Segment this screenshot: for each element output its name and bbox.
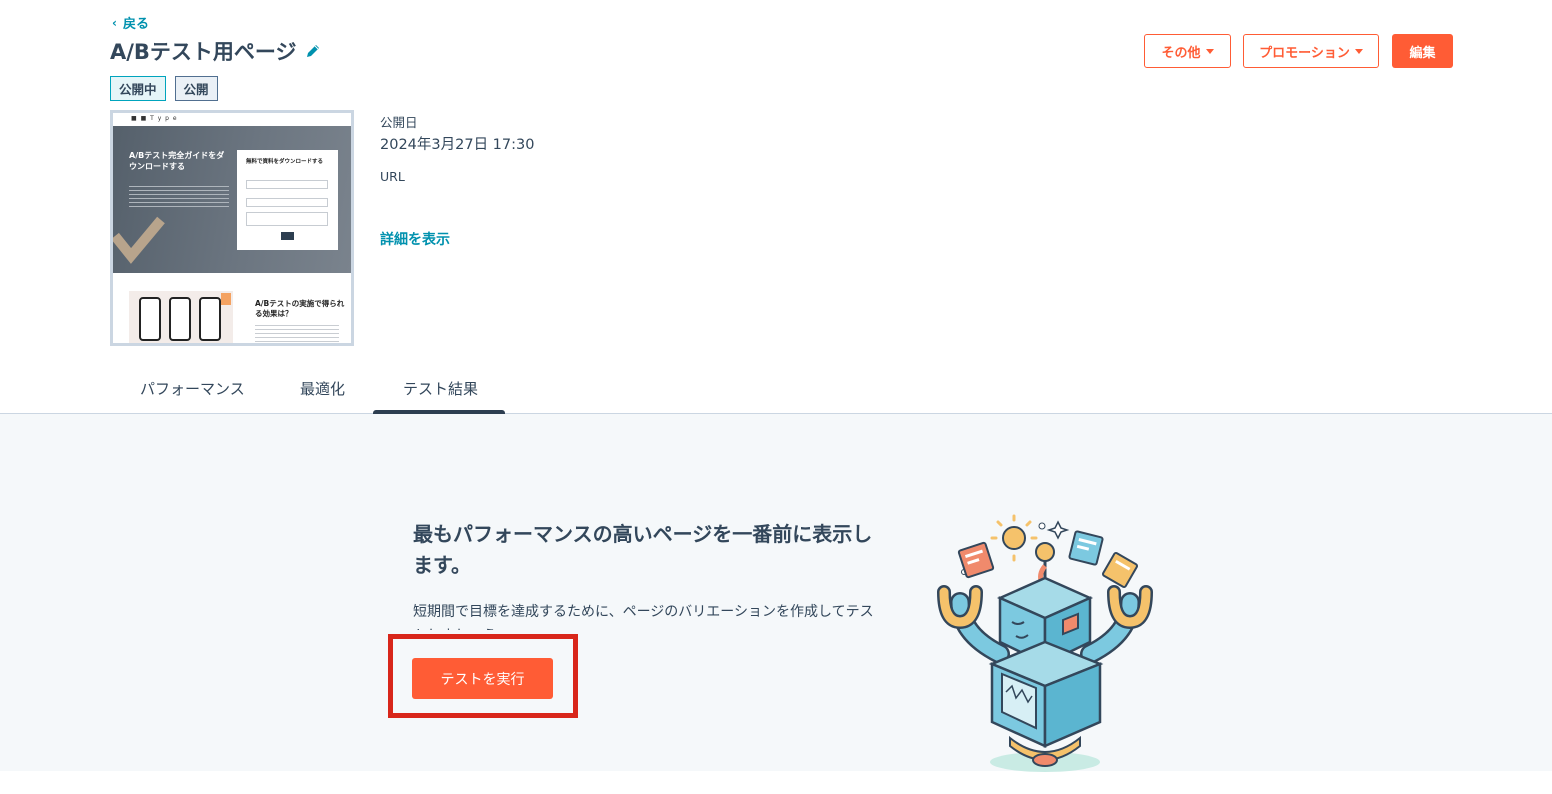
page-title: A/Bテスト用ページ	[110, 36, 321, 66]
chevron-left-icon: ‹	[112, 15, 117, 30]
tab-optimization[interactable]: 最適化	[300, 378, 345, 399]
view-details-link[interactable]: 詳細を表示	[380, 229, 450, 249]
tab-test-results[interactable]: テスト結果	[403, 378, 478, 399]
back-label: 戻る	[122, 17, 149, 32]
phone-graphic	[139, 297, 161, 341]
page-title-text: A/Bテスト用ページ	[110, 40, 297, 64]
thumbnail-bottom-title: A/Bテストの実施で得られる効果は？	[255, 299, 345, 318]
thumbnail-form-title: 無料で資料をダウンロードする	[246, 159, 324, 165]
page-thumbnail[interactable]: ■ ■ T y p e A/Bテスト完全ガイドをダウンロードする 無料で資料をダ…	[110, 110, 354, 346]
other-button-label: その他	[1161, 45, 1201, 61]
thumbnail-form-field	[246, 180, 328, 189]
other-dropdown-button[interactable]: その他	[1144, 34, 1231, 68]
edit-button[interactable]: 編集	[1392, 34, 1453, 68]
thumbnail-phones-image	[129, 291, 233, 343]
status-badge-published: 公開	[174, 76, 218, 101]
published-label: 公開日	[380, 115, 418, 130]
test-results-panel	[0, 414, 1552, 771]
highlight-box	[388, 634, 578, 718]
thumbnail-form-field	[246, 212, 328, 226]
checkmark-graphic	[113, 216, 165, 264]
caret-down-icon	[1205, 48, 1214, 54]
thumbnail-header: ■ ■ T y p e	[113, 113, 351, 126]
empty-state-description: 短期間で目標を達成するために、ページのバリエーションを作成してテストしましょう。	[413, 604, 874, 630]
tab-performance[interactable]: パフォーマンス	[140, 378, 245, 399]
thumbnail-hero: A/Bテスト完全ガイドをダウンロードする 無料で資料をダウンロードする	[113, 126, 351, 273]
thumbnail-form: 無料で資料をダウンロードする	[237, 150, 338, 250]
caret-down-icon	[1354, 48, 1363, 54]
phone-graphic	[169, 297, 191, 341]
edit-button-label: 編集	[1409, 45, 1436, 61]
thumbnail-bottom-body	[255, 325, 339, 343]
decor-shape	[221, 293, 231, 305]
thumbnail-bottom-section: A/Bテストの実施で得られる効果は？	[113, 273, 351, 343]
pencil-icon[interactable]	[305, 43, 321, 59]
thumbnail-form-button	[281, 232, 294, 240]
thumbnail-logo: ■ ■ T y p e	[131, 115, 178, 122]
published-date: 2024年3月27日 17:30	[380, 137, 535, 153]
back-link[interactable]: ‹ 戻る	[112, 13, 149, 33]
sun-icon	[990, 514, 1038, 562]
robot-illustration	[937, 514, 1153, 772]
phone-graphic	[199, 297, 221, 341]
empty-state-title: 最もパフォーマンスの高いページを一番前に表示します。	[413, 522, 873, 577]
thumbnail-hero-body	[129, 186, 229, 210]
status-badge-live: 公開中	[110, 76, 166, 101]
status-badges: 公開中 公開	[110, 76, 218, 101]
thumbnail-form-field	[246, 198, 328, 207]
thumbnail-hero-title: A/Bテスト完全ガイドをダウンロードする	[129, 151, 225, 171]
url-label: URL	[380, 169, 405, 184]
promotion-dropdown-button[interactable]: プロモーション	[1243, 34, 1379, 68]
promotion-button-label: プロモーション	[1259, 45, 1350, 61]
